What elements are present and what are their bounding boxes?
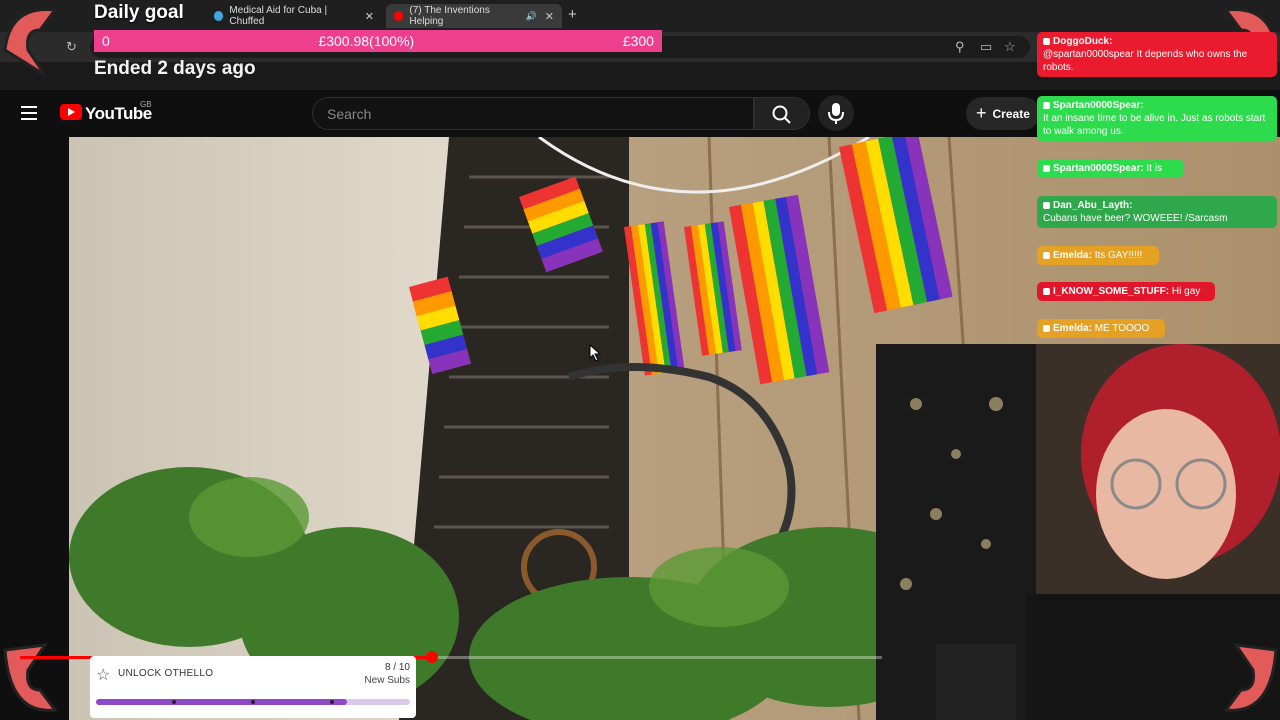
bookmark-star-icon[interactable]: ☆ xyxy=(1004,39,1016,55)
chat-message: Spartan0000Spear: It is xyxy=(1037,159,1183,178)
search-button[interactable] xyxy=(754,97,810,130)
sub-goal-title: UNLOCK OTHELLO xyxy=(118,668,214,679)
user-badge-icon xyxy=(1043,324,1050,332)
corner-art-bottom-left xyxy=(3,643,58,712)
progress-marker xyxy=(172,700,176,704)
browser-tab-bar: Medical Aid for Cuba | Chuffed ✕ (7) The… xyxy=(0,0,1280,32)
corner-art-bottom-right xyxy=(1223,643,1278,712)
stream-screen: Medical Aid for Cuba | Chuffed ✕ (7) The… xyxy=(0,0,1280,720)
tab-favicon xyxy=(214,11,224,21)
sub-goal-count: 8 / 10 xyxy=(384,662,410,673)
close-icon[interactable]: ✕ xyxy=(365,10,374,23)
chat-text: Its GAY!!!!! xyxy=(1094,250,1143,261)
star-icon: ☆ xyxy=(96,667,111,684)
chat-message: Spartan0000Spear: It an insane time to b… xyxy=(1037,96,1277,141)
close-icon[interactable]: ✕ xyxy=(545,10,554,23)
chat-username: DoggoDuck: xyxy=(1053,36,1113,47)
create-label: Create xyxy=(992,106,1030,121)
speaker-icon[interactable]: 🔊 xyxy=(526,11,537,22)
goal-progress-bar: 0 £300.98(100%) £300 xyxy=(94,30,662,52)
progress-marker xyxy=(330,700,334,704)
tab-medical-aid[interactable]: Medical Aid for Cuba | Chuffed ✕ xyxy=(206,4,382,28)
sub-goal-widget: ☆ UNLOCK OTHELLO 8 / 10 New Subs xyxy=(90,656,416,718)
chat-message: I_KNOW_SOME_STUFF: Hi gay xyxy=(1037,282,1215,301)
region-code: GB xyxy=(140,100,152,109)
create-button[interactable]: + Create xyxy=(966,97,1040,130)
chat-text: Cubans have beer? WOWEEE! /Sarcasm xyxy=(1043,213,1228,224)
youtube-logo-icon[interactable] xyxy=(60,104,82,120)
cast-icon[interactable]: ▭ xyxy=(980,39,992,55)
user-badge-icon xyxy=(1043,201,1050,209)
plus-icon: + xyxy=(976,103,987,123)
chat-username: Emelda: xyxy=(1053,250,1092,261)
search-icon xyxy=(772,105,791,124)
tab-inventions[interactable]: (7) The Inventions Helping 🔊 ✕ xyxy=(386,4,562,28)
chat-username: Emelda: xyxy=(1053,323,1092,334)
sub-goal-progress-track xyxy=(96,699,410,705)
goal-status: Ended 2 days ago xyxy=(94,58,256,79)
chat-message: Emelda: ME TOOOO xyxy=(1037,319,1165,338)
chat-username: Spartan0000Spear: xyxy=(1053,163,1144,174)
chat-message: DoggoDuck: @spartan0000spear It depends … xyxy=(1037,32,1277,77)
youtube-favicon-icon xyxy=(394,11,404,21)
chat-text: ME TOOOO xyxy=(1094,323,1150,334)
search-input[interactable] xyxy=(312,97,754,130)
mouse-cursor-icon xyxy=(589,344,602,362)
chat-message: Emelda: Its GAY!!!!! xyxy=(1037,246,1159,265)
chat-text: It is xyxy=(1146,163,1162,174)
chat-username: Dan_Abu_Layth: xyxy=(1053,200,1133,211)
chat-text: It an insane time to be alive in. Just a… xyxy=(1043,113,1266,137)
goal-current: £300.98(100%) xyxy=(318,33,415,49)
chat-text: @spartan0000spear It depends who owns th… xyxy=(1043,49,1248,73)
progress-marker xyxy=(251,700,255,704)
voice-search-button[interactable] xyxy=(818,95,854,131)
zoom-icon[interactable]: ⚲ xyxy=(955,39,965,55)
user-badge-icon xyxy=(1043,37,1050,45)
plus-icon[interactable]: + xyxy=(568,6,577,23)
chat-message: Dan_Abu_Layth: Cubans have beer? WOWEEE!… xyxy=(1037,196,1277,228)
user-badge-icon xyxy=(1043,251,1050,259)
tab-label: Medical Aid for Cuba | Chuffed xyxy=(229,5,328,27)
microphone-icon xyxy=(828,103,844,124)
chat-text: Hi gay xyxy=(1171,286,1201,297)
goal-title: Daily goal xyxy=(94,2,184,23)
user-badge-icon xyxy=(1043,164,1050,172)
tab-label: (7) The Inventions Helping xyxy=(409,5,490,27)
corner-art-top-left xyxy=(3,8,58,77)
video-scrubber-handle[interactable] xyxy=(426,651,439,663)
sub-goal-progress-fill xyxy=(96,699,348,705)
user-badge-icon xyxy=(1043,287,1050,295)
sub-goal-subtitle: New Subs xyxy=(364,675,410,686)
user-badge-icon xyxy=(1043,101,1050,109)
goal-start: 0 xyxy=(102,33,110,49)
chat-username: I_KNOW_SOME_STUFF: xyxy=(1053,286,1170,297)
chat-username: Spartan0000Spear: xyxy=(1053,100,1144,111)
goal-target: £300 xyxy=(622,33,654,49)
menu-icon[interactable] xyxy=(21,106,37,120)
